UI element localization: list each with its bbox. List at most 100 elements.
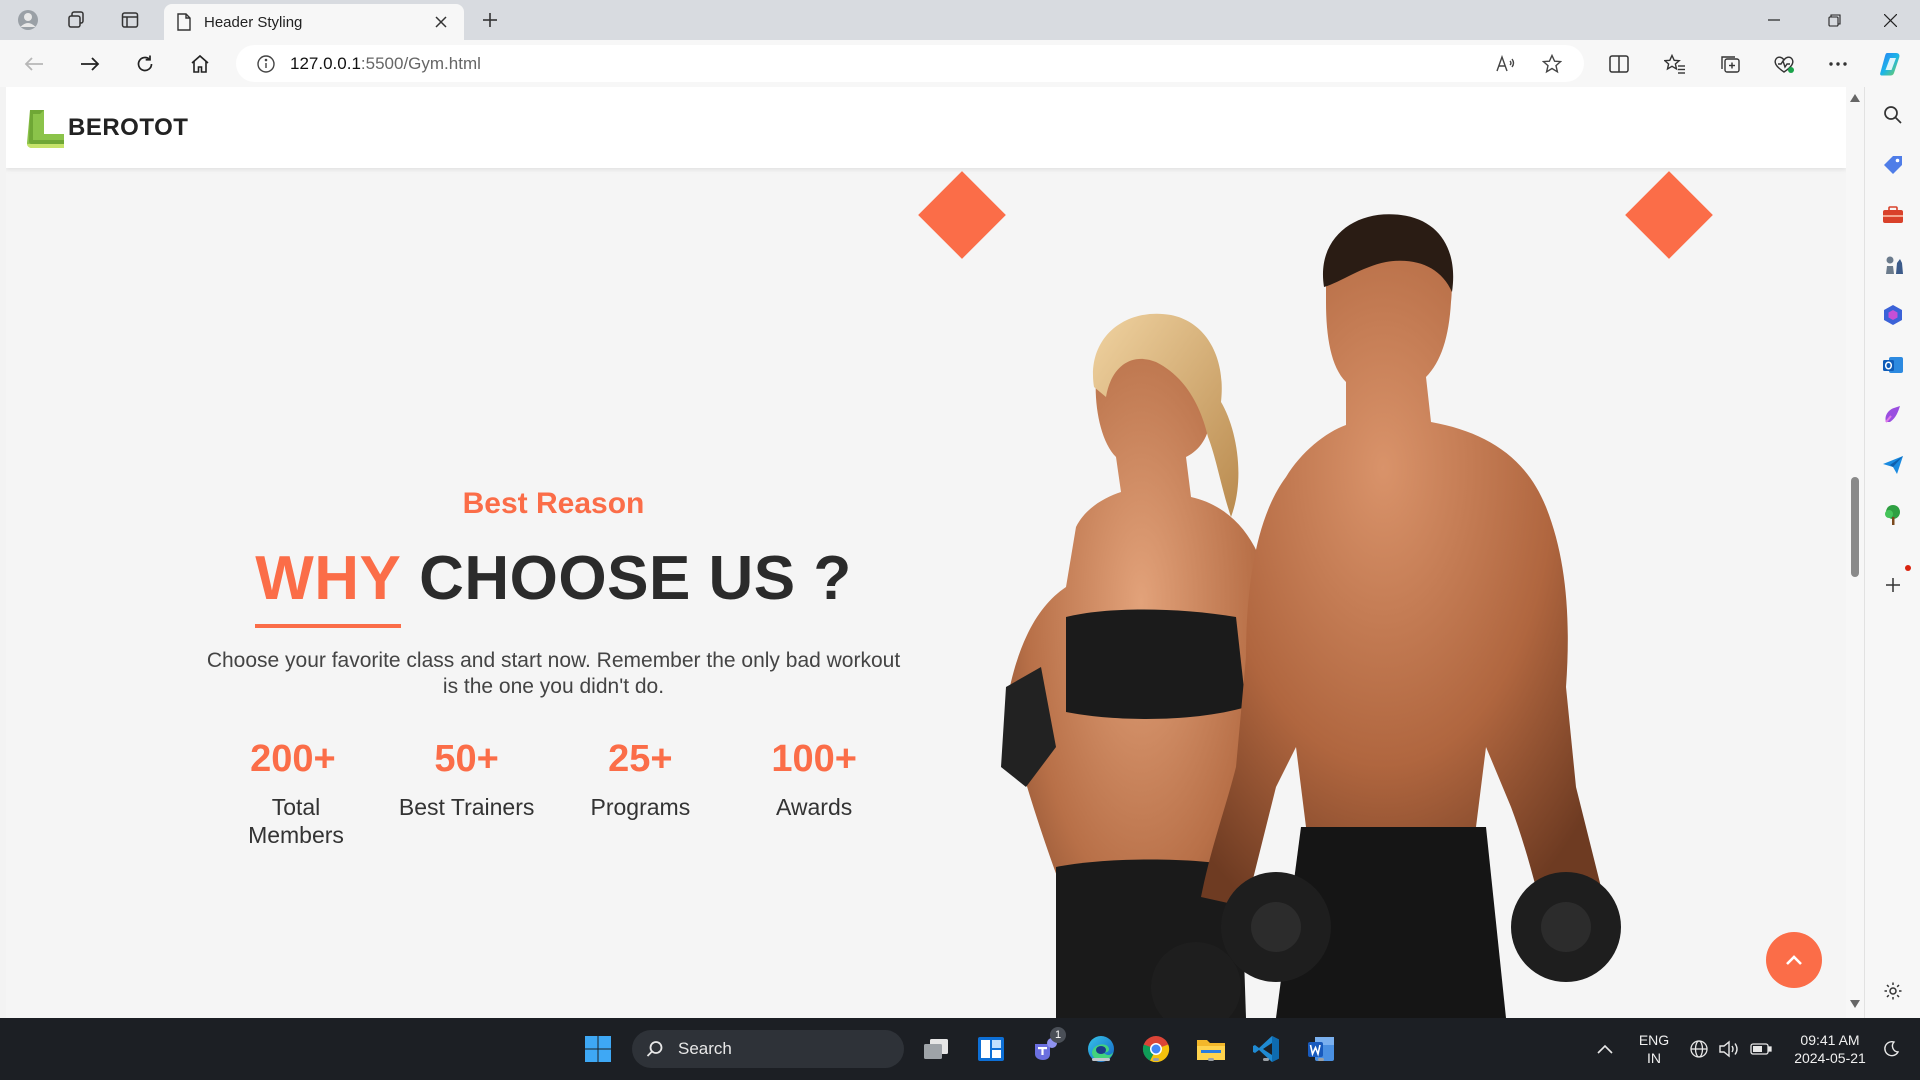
address-bar[interactable]: 127.0.0.1:5500/Gym.html	[236, 45, 1584, 82]
scroll-to-top-button[interactable]	[1766, 932, 1822, 988]
clock-time: 09:41 AM	[1800, 1032, 1860, 1048]
url-host: 127.0.0.1	[290, 53, 361, 73]
shopping-tag-icon[interactable]	[1879, 151, 1907, 179]
stat-label: Programs	[590, 794, 691, 820]
sidebar-settings-gear-icon[interactable]	[1879, 977, 1907, 1005]
volume-icon[interactable]	[1716, 1033, 1742, 1065]
browser-essentials-icon[interactable]	[1766, 48, 1802, 80]
microsoft-365-icon[interactable]	[1879, 301, 1907, 329]
search-icon[interactable]	[1879, 101, 1907, 129]
outlook-icon[interactable]	[1879, 351, 1907, 379]
back-button[interactable]	[16, 48, 52, 80]
teams-icon[interactable]: 1	[1028, 1027, 1066, 1065]
title-rest: CHOOSE US ?	[401, 544, 852, 613]
running-indicator	[1208, 1058, 1214, 1061]
info-icon[interactable]	[256, 54, 276, 74]
chevron-up-icon	[1786, 955, 1802, 965]
notification-dot	[1905, 565, 1911, 571]
new-tab-button[interactable]	[474, 6, 506, 34]
show-hidden-icons-chevron-up-icon[interactable]	[1593, 1033, 1617, 1065]
collections-icon[interactable]	[1712, 48, 1748, 80]
edge-browser-icon[interactable]	[1083, 1033, 1119, 1065]
scrollbar-thumb[interactable]	[1851, 477, 1859, 577]
running-indicator	[1092, 1058, 1110, 1061]
running-indicator	[1318, 1058, 1324, 1061]
stat-awards: 100+ Awards	[727, 738, 901, 849]
browser-toolbar: 127.0.0.1:5500/Gym.html	[0, 40, 1920, 87]
tab-actions-icon[interactable]	[114, 6, 146, 34]
browser-tab-strip: Header Styling	[0, 0, 1920, 40]
tab-title: Header Styling	[204, 13, 303, 31]
widgets-icon[interactable]	[973, 1033, 1009, 1065]
notifications-moon-icon[interactable]	[1878, 1033, 1904, 1065]
split-screen-icon[interactable]	[1601, 48, 1637, 80]
section-subtitle: Best Reason	[462, 487, 645, 520]
word-icon[interactable]	[1303, 1033, 1339, 1065]
section-description: Choose your favorite class and start now…	[206, 649, 901, 698]
profile-icon[interactable]	[12, 6, 44, 34]
site-header: BEROTOT	[6, 87, 1846, 168]
chrome-icon[interactable]	[1138, 1033, 1174, 1065]
edge-sidebar	[1864, 87, 1920, 1018]
why-choose-us-section: Best Reason WHY CHOOSE US ? Choose your …	[206, 487, 901, 849]
brand-name[interactable]: BEROTOT	[68, 114, 188, 142]
page-viewport: BEROTOT Best Reason WHY CHOOSE US ? Choo…	[6, 87, 1846, 1018]
stat-members: 200+ Total Members	[206, 738, 380, 849]
tree-icon[interactable]	[1879, 501, 1907, 529]
network-globe-icon[interactable]	[1686, 1033, 1712, 1065]
url-text: 127.0.0.1:5500/Gym.html	[290, 54, 481, 74]
taskbar-search-box[interactable]: Search	[632, 1030, 904, 1068]
scroll-down-arrow-icon[interactable]	[1850, 999, 1860, 1009]
file-explorer-icon[interactable]	[1193, 1033, 1229, 1065]
running-indicator	[1153, 1058, 1159, 1061]
designer-icon[interactable]	[1879, 401, 1907, 429]
start-windows-icon[interactable]	[580, 1033, 616, 1065]
send-icon[interactable]	[1879, 451, 1907, 479]
home-button[interactable]	[182, 48, 218, 80]
minimize-button[interactable]	[1746, 0, 1802, 40]
logo-icon[interactable]	[24, 106, 66, 150]
games-chess-icon[interactable]	[1879, 251, 1907, 279]
workspaces-icon[interactable]	[60, 6, 92, 34]
close-tab-icon[interactable]	[430, 11, 452, 33]
stat-programs: 25+ Programs	[554, 738, 728, 849]
stat-number: 100+	[771, 738, 857, 780]
favorites-icon[interactable]	[1657, 48, 1693, 80]
favorite-star-icon[interactable]	[1536, 48, 1568, 80]
language-indicator[interactable]: ENG IN	[1634, 1031, 1674, 1067]
language-code: ENG	[1638, 1032, 1670, 1048]
clock[interactable]: 09:41 AM 2024-05-21	[1786, 1031, 1874, 1067]
stat-trainers: 50+ Best Trainers	[380, 738, 554, 849]
stat-label: Total Members	[248, 794, 344, 848]
battery-icon[interactable]	[1748, 1033, 1774, 1065]
running-indicator	[1263, 1058, 1269, 1061]
refresh-button[interactable]	[127, 48, 163, 80]
close-window-button[interactable]	[1862, 0, 1918, 40]
url-path: :5500/Gym.html	[360, 53, 481, 73]
page-icon	[177, 13, 191, 31]
page-scrollbar[interactable]	[1846, 87, 1864, 1018]
stat-number: 200+	[250, 738, 336, 780]
windows-taskbar: Search 1 ENG IN 09:41 AM 2024-05-21	[0, 1018, 1920, 1080]
stat-label: Best Trainers	[398, 794, 535, 820]
stat-label: Awards	[775, 794, 853, 820]
hero-athletes-image	[1001, 214, 1621, 1018]
restore-button[interactable]	[1806, 0, 1862, 40]
clock-date: 2024-05-21	[1794, 1050, 1866, 1066]
scroll-up-arrow-icon[interactable]	[1850, 93, 1860, 103]
search-icon	[646, 1041, 663, 1057]
stats-row: 200+ Total Members 50+ Best Trainers 25+…	[206, 738, 901, 849]
title-accent: WHY	[255, 544, 402, 628]
forward-button[interactable]	[72, 48, 108, 80]
add-icon[interactable]	[1879, 565, 1911, 599]
section-title: WHY CHOOSE US ?	[206, 543, 901, 628]
read-aloud-icon[interactable]	[1490, 48, 1522, 80]
copilot-icon[interactable]	[1874, 48, 1910, 80]
tools-briefcase-icon[interactable]	[1879, 201, 1907, 229]
more-options-icon[interactable]	[1820, 48, 1856, 80]
stat-number: 50+	[434, 738, 499, 780]
vscode-icon[interactable]	[1248, 1033, 1284, 1065]
task-view-icon[interactable]	[918, 1033, 954, 1065]
tab-header-styling[interactable]: Header Styling	[164, 4, 464, 40]
stat-number: 25+	[608, 738, 673, 780]
